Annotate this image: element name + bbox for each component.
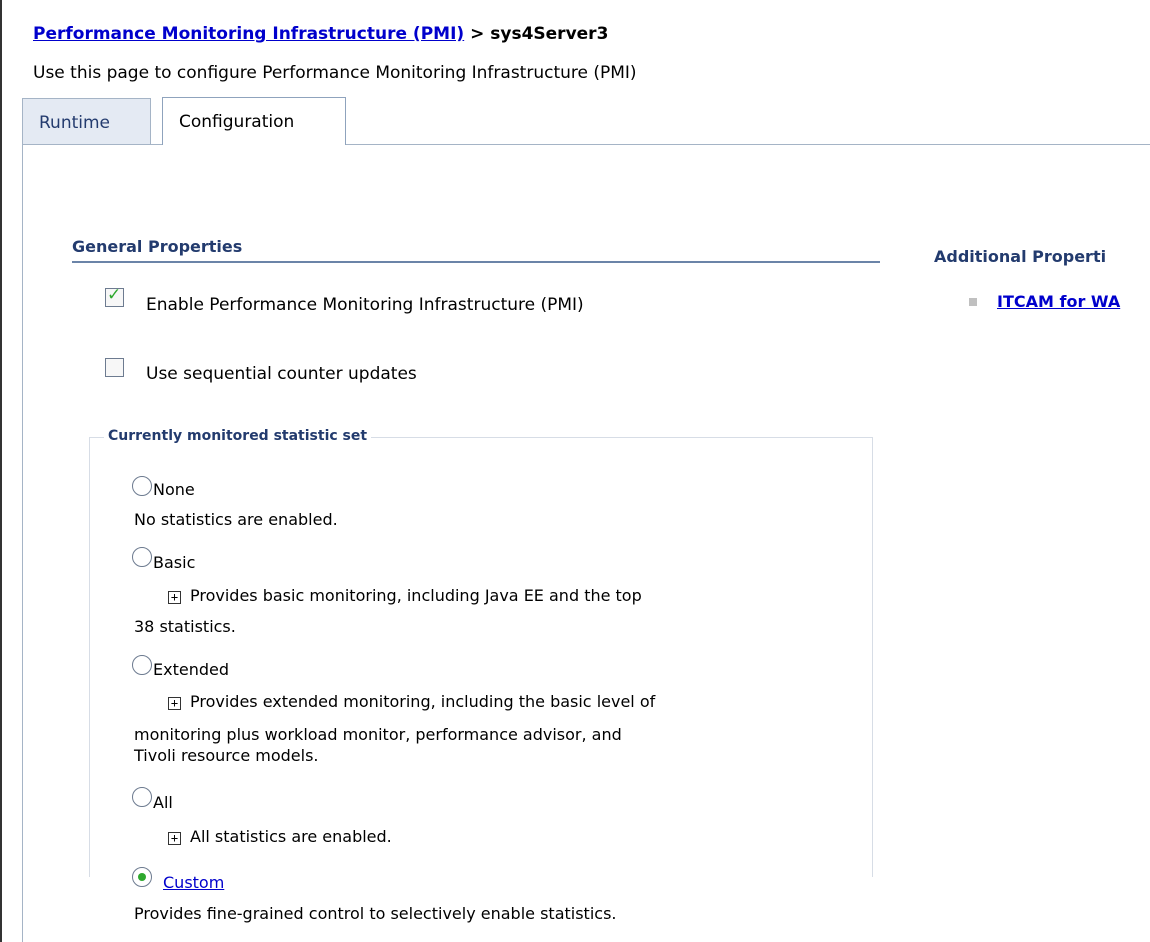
custom-description: Provides fine-grained control to selecti…: [134, 904, 617, 923]
general-properties-divider: [72, 261, 880, 263]
basic-description-line1: Provides basic monitoring, including Jav…: [190, 586, 642, 605]
radio-all-label: All: [153, 793, 173, 812]
page-description: Use this page to configure Performance M…: [33, 63, 637, 83]
statistic-set-legend: Currently monitored statistic set: [104, 428, 372, 444]
none-description: No statistics are enabled.: [134, 510, 338, 529]
sequential-updates-checkbox[interactable]: [105, 358, 124, 377]
tab-runtime[interactable]: Runtime: [22, 98, 151, 144]
radio-basic[interactable]: [132, 547, 152, 567]
enable-pmi-checkbox[interactable]: ✓: [105, 285, 124, 307]
breadcrumb-pmi-link[interactable]: Performance Monitoring Infrastructure (P…: [33, 24, 464, 44]
radio-custom[interactable]: [132, 867, 152, 887]
checkmark-icon: ✓: [107, 285, 122, 305]
radio-none-label: None: [153, 480, 195, 499]
radio-extended[interactable]: [132, 655, 152, 675]
extended-expand-icon[interactable]: +: [168, 697, 181, 710]
all-description: All statistics are enabled.: [190, 827, 392, 846]
itcam-link[interactable]: ITCAM for WA: [997, 292, 1120, 311]
radio-custom-link[interactable]: Custom: [163, 873, 224, 892]
breadcrumb: Performance Monitoring Infrastructure (P…: [33, 24, 608, 44]
radio-basic-label: Basic: [153, 553, 196, 572]
extended-description-line2: monitoring plus workload monitor, perfor…: [134, 725, 622, 744]
breadcrumb-current: sys4Server3: [490, 24, 609, 44]
basic-expand-icon[interactable]: +: [168, 591, 181, 604]
tab-configuration[interactable]: Configuration: [162, 97, 346, 145]
enable-pmi-label: Enable Performance Monitoring Infrastruc…: [146, 295, 584, 315]
radio-none[interactable]: [132, 476, 152, 496]
general-properties-heading: General Properties: [72, 237, 243, 256]
breadcrumb-separator: >: [464, 24, 491, 44]
basic-description-line2: 38 statistics.: [134, 617, 236, 636]
radio-selected-dot: [138, 873, 146, 881]
additional-properties-heading: Additional Properti: [934, 247, 1107, 266]
tab-bar: Runtime Configuration: [22, 97, 1150, 145]
statistic-set-group: [89, 437, 873, 877]
extended-description-line3: Tivoli resource models.: [134, 746, 319, 765]
all-expand-icon[interactable]: +: [168, 832, 181, 845]
radio-extended-label: Extended: [153, 660, 229, 679]
sequential-updates-label: Use sequential counter updates: [146, 364, 417, 384]
radio-all[interactable]: [132, 787, 152, 807]
square-bullet-icon: [969, 298, 977, 306]
window-edge: [0, 0, 2, 942]
extended-description-line1: Provides extended monitoring, including …: [190, 692, 656, 711]
